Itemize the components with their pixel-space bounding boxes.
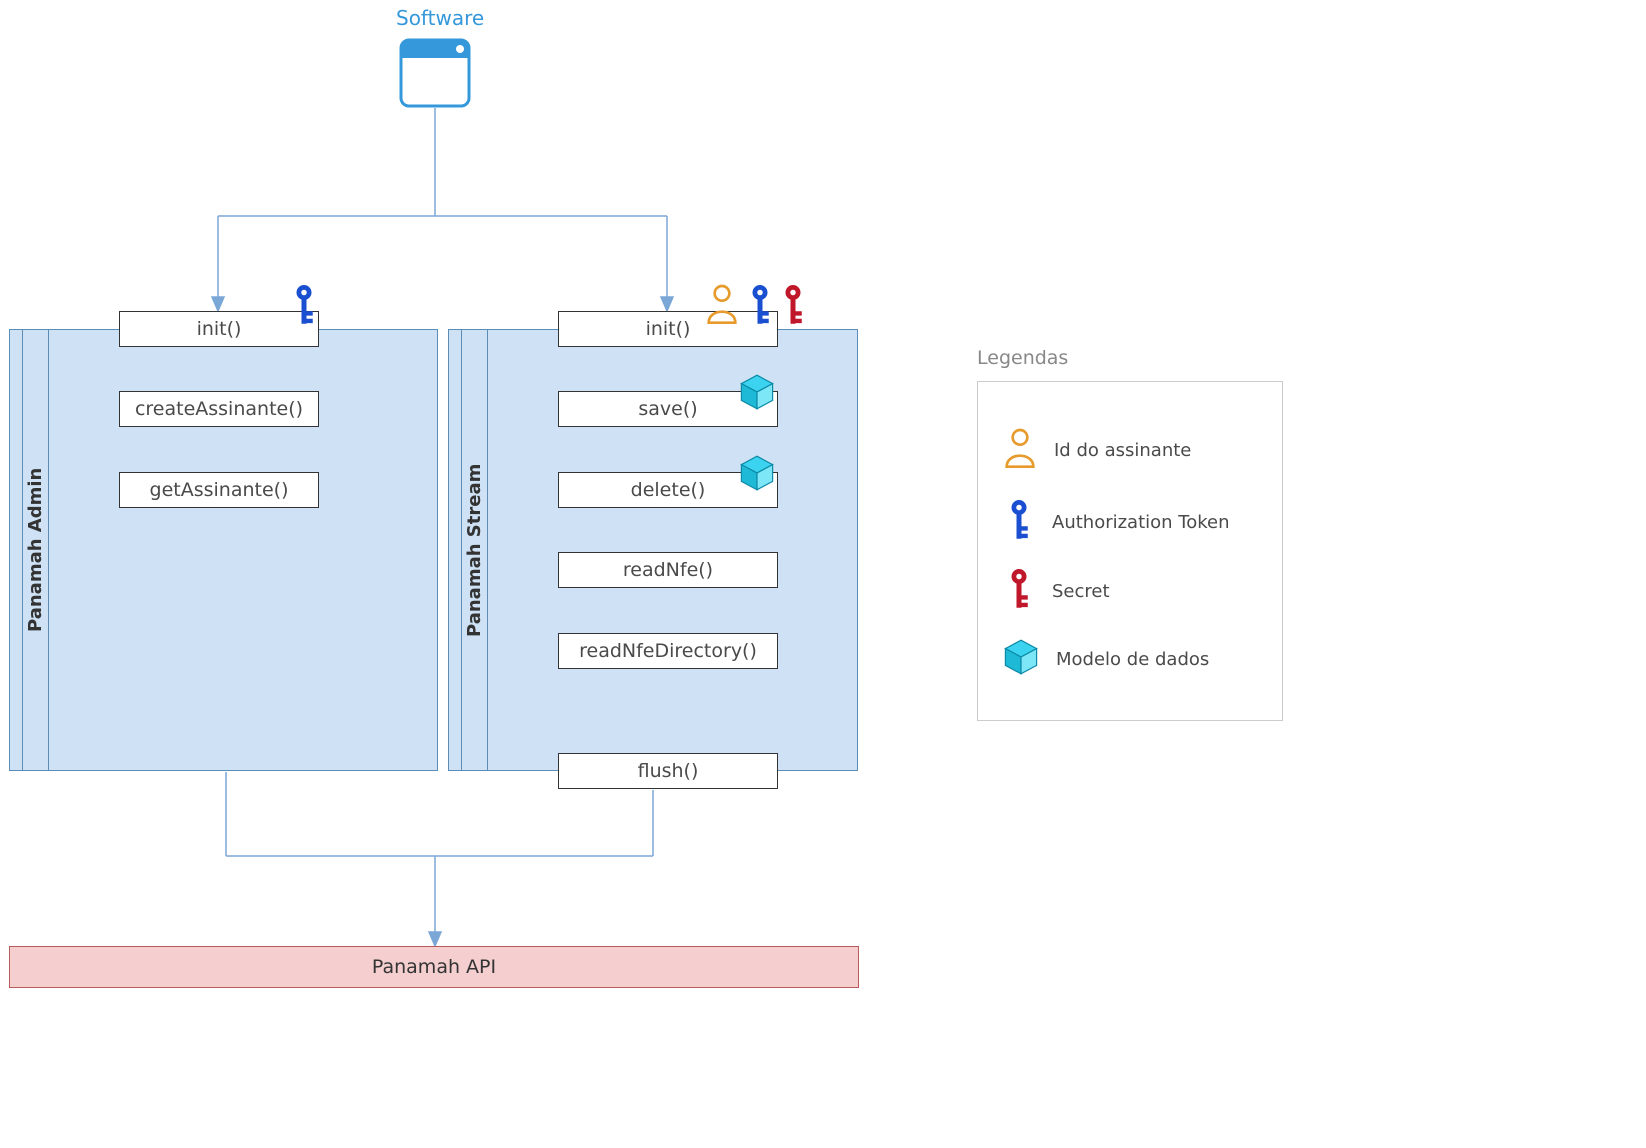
- cube-icon: [740, 455, 774, 495]
- cube-icon: [740, 374, 774, 414]
- legend-label: Authorization Token: [1052, 512, 1230, 533]
- method-label: init(): [646, 318, 691, 340]
- key-icon: [745, 283, 775, 331]
- key-icon: [1004, 498, 1034, 547]
- legend-item-secret: Secret: [1004, 567, 1110, 616]
- legend-title: Legendas: [977, 347, 1068, 369]
- method-label: readNfe(): [623, 559, 713, 581]
- api-label: Panamah API: [372, 956, 496, 978]
- method-label: createAssinante(): [135, 398, 303, 420]
- method-label: readNfeDirectory(): [579, 640, 757, 662]
- legend-label: Modelo de dados: [1056, 649, 1209, 670]
- legend-item-modelo: Modelo de dados: [1004, 639, 1209, 680]
- method-label: save(): [638, 398, 697, 420]
- method-label: init(): [197, 318, 242, 340]
- method-stream-readnfe: readNfe(): [558, 552, 778, 588]
- legend-item-auth-token: Authorization Token: [1004, 498, 1230, 547]
- key-icon: [289, 283, 319, 331]
- legend-label: Id do assinante: [1054, 440, 1191, 461]
- key-icon: [1004, 567, 1034, 616]
- method-label: flush(): [638, 760, 699, 782]
- legend-item-user: Id do assinante: [1004, 428, 1191, 473]
- panel-admin-title: Panamah Admin: [22, 329, 49, 771]
- method-label: getAssinante(): [150, 479, 289, 501]
- method-stream-readnfedirectory: readNfeDirectory(): [558, 633, 778, 669]
- api-box: Panamah API: [9, 946, 859, 988]
- cube-icon: [1004, 639, 1038, 680]
- user-icon: [1004, 428, 1036, 473]
- method-admin-getassinante: getAssinante(): [119, 472, 319, 508]
- panel-stream-title: Panamah Stream: [461, 329, 488, 771]
- user-icon: [706, 284, 738, 328]
- method-admin-createassinante: createAssinante(): [119, 391, 319, 427]
- legend-label: Secret: [1052, 581, 1110, 602]
- key-icon: [778, 283, 808, 331]
- method-label: delete(): [631, 479, 706, 501]
- method-stream-flush: flush(): [558, 753, 778, 789]
